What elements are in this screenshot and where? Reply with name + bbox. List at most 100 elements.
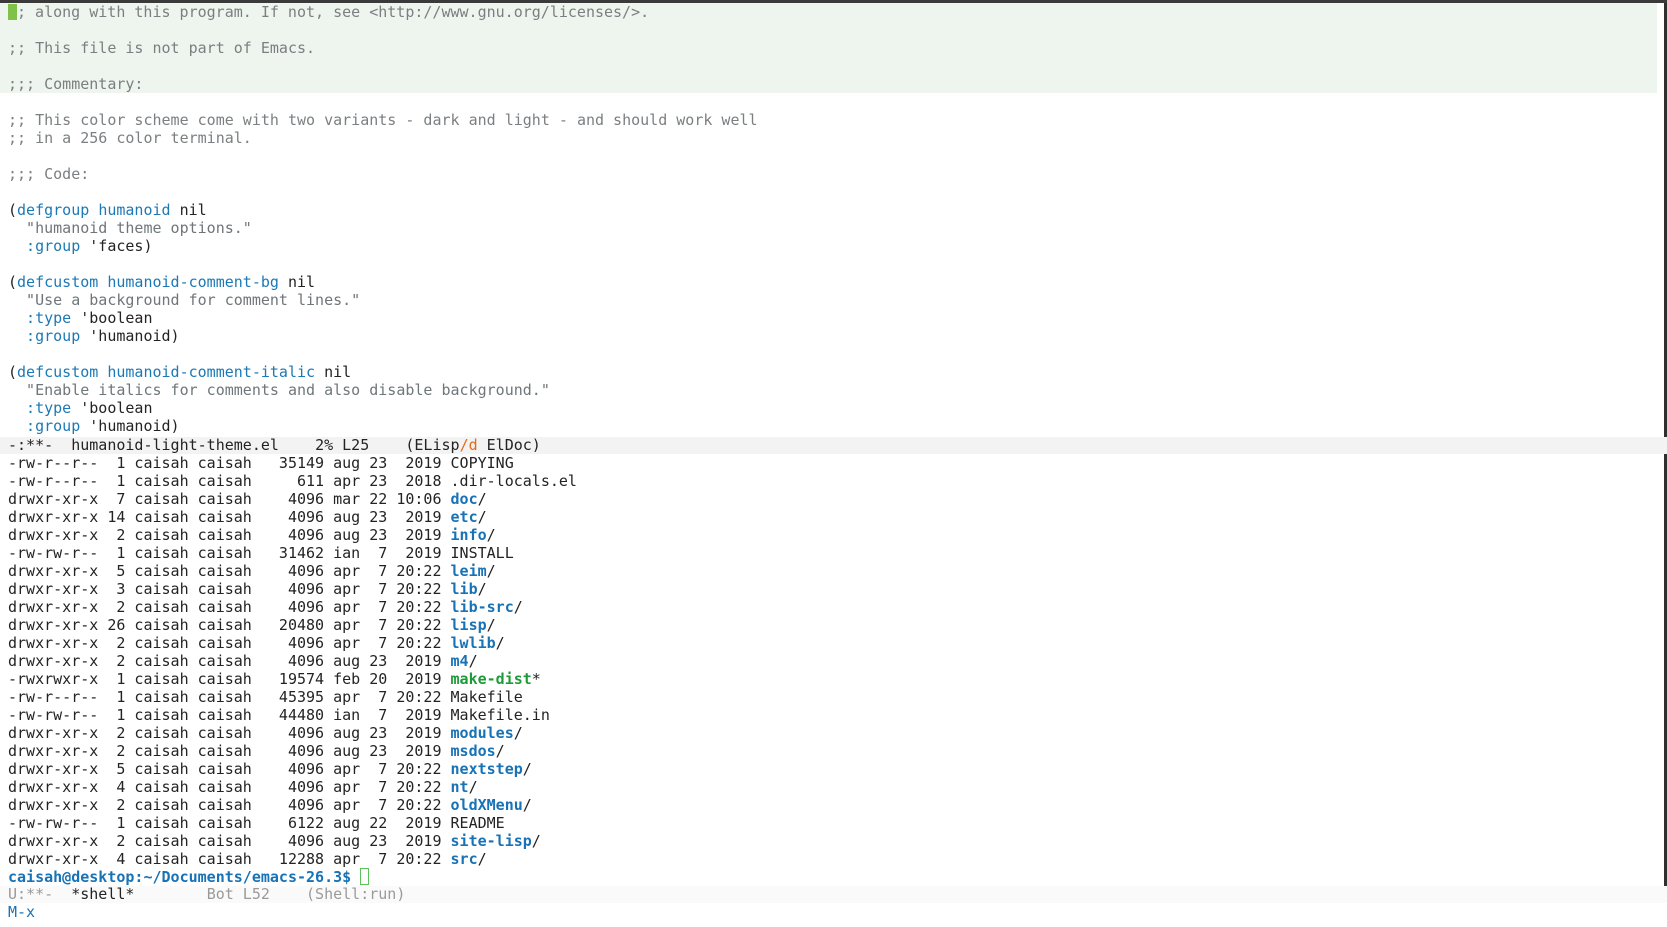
docstring: "humanoid theme options." <box>8 219 252 237</box>
code-line[interactable]: :type 'boolean <box>0 309 1667 327</box>
file-name[interactable]: site-lisp <box>451 832 532 850</box>
file-name[interactable]: Makefile.in <box>451 706 550 724</box>
file-name[interactable]: lwlib <box>451 634 496 652</box>
code-line[interactable]: (defgroup humanoid nil <box>0 201 1667 219</box>
modeline-buffer-name[interactable]: *shell* <box>71 885 134 903</box>
file-name[interactable]: INSTALL <box>451 544 514 562</box>
code-line[interactable]: (defcustom humanoid-comment-bg nil <box>0 273 1667 291</box>
file-name[interactable]: COPYING <box>451 454 514 472</box>
keyword-prop: :group <box>8 327 81 345</box>
file-name[interactable]: leim <box>451 562 487 580</box>
keyword-prop: :type <box>8 399 72 417</box>
def-keyword: defcustom <box>17 363 99 381</box>
prop-value: 'boolean <box>71 399 153 417</box>
editor-window[interactable]: ; along with this program. If not, see <… <box>0 3 1667 437</box>
listing-row[interactable]: drwxr-xr-x 2 caisah caisah 4096 apr 7 20… <box>0 598 1667 616</box>
file-suffix: / <box>513 598 523 616</box>
file-name[interactable]: make-dist <box>451 670 532 688</box>
keyword-prop: :group <box>8 417 81 435</box>
listing-row[interactable]: -rwxrwxr-x 1 caisah caisah 19574 feb 20 … <box>0 670 1667 688</box>
paren: ( <box>8 201 18 219</box>
listing-row[interactable]: drwxr-xr-x 2 caisah caisah 4096 apr 7 20… <box>0 634 1667 652</box>
listing-row[interactable]: -rw-rw-r-- 1 caisah caisah 6122 aug 22 2… <box>0 814 1667 832</box>
listing-row[interactable]: -rw-r--r-- 1 caisah caisah 35149 aug 23 … <box>0 454 1667 472</box>
code-line[interactable]: ;; in a 256 color terminal. <box>0 129 1667 147</box>
listing-row[interactable]: drwxr-xr-x 26 caisah caisah 20480 apr 7 … <box>0 616 1667 634</box>
modeline-state: U:**- <box>8 885 54 903</box>
listing-row[interactable]: drwxr-xr-x 2 caisah caisah 4096 aug 23 2… <box>0 832 1667 850</box>
code-line[interactable]: ; along with this program. If not, see <… <box>0 3 1657 21</box>
modeline-inactive[interactable]: U:**- *shell* Bot L52 (Shell:run) <box>0 886 1667 903</box>
code-line[interactable]: ;; This file is not part of Emacs. <box>0 39 1657 57</box>
shell-window[interactable]: -rw-r--r-- 1 caisah caisah 35149 aug 23 … <box>0 454 1667 886</box>
code-line[interactable]: :group 'humanoid) <box>0 417 1667 435</box>
file-suffix: / <box>468 778 478 796</box>
file-name[interactable]: oldXMenu <box>451 796 523 814</box>
listing-row[interactable]: -rw-r--r-- 1 caisah caisah 45395 apr 7 2… <box>0 688 1667 706</box>
file-name[interactable]: etc <box>451 508 478 526</box>
file-suffix: / <box>486 562 496 580</box>
paren: ( <box>8 273 18 291</box>
listing-row[interactable]: drwxr-xr-x 4 caisah caisah 12288 apr 7 2… <box>0 850 1667 868</box>
listing-row[interactable]: drwxr-xr-x 2 caisah caisah 4096 apr 7 20… <box>0 796 1667 814</box>
listing-row[interactable]: drwxr-xr-x 3 caisah caisah 4096 apr 7 20… <box>0 580 1667 598</box>
code-line[interactable]: ;; This color scheme come with two varia… <box>0 111 1667 129</box>
listing-row[interactable]: drwxr-xr-x 5 caisah caisah 4096 apr 7 20… <box>0 562 1667 580</box>
code-line[interactable] <box>0 183 1667 201</box>
code-line[interactable]: :group 'faces) <box>0 237 1667 255</box>
file-name[interactable]: nt <box>451 778 469 796</box>
file-name[interactable]: msdos <box>451 742 496 760</box>
shell-prompt-line[interactable]: caisah@desktop:~/Documents/emacs-26.3$ <box>0 868 1667 886</box>
file-name[interactable]: m4 <box>451 652 469 670</box>
listing-row[interactable]: drwxr-xr-x 2 caisah caisah 4096 aug 23 2… <box>0 742 1667 760</box>
listing-row[interactable]: drwxr-xr-x 14 caisah caisah 4096 aug 23 … <box>0 508 1667 526</box>
code-line[interactable]: "Use a background for comment lines." <box>0 291 1667 309</box>
file-name[interactable]: README <box>451 814 505 832</box>
code-line[interactable] <box>0 93 1667 111</box>
listing-row[interactable]: drwxr-xr-x 2 caisah caisah 4096 aug 23 2… <box>0 652 1667 670</box>
code-line[interactable]: "Enable italics for comments and also di… <box>0 381 1667 399</box>
listing-row[interactable]: drwxr-xr-x 2 caisah caisah 4096 aug 23 2… <box>0 526 1667 544</box>
modeline-mode[interactable]: (ELisp/d ElDoc) <box>405 436 540 454</box>
code-line[interactable] <box>0 255 1667 273</box>
file-name[interactable]: info <box>451 526 487 544</box>
def-rest: nil <box>170 201 207 219</box>
text-cursor <box>8 4 17 20</box>
minibuffer[interactable]: M-x <box>0 903 35 921</box>
code-line[interactable] <box>0 345 1667 363</box>
listing-row[interactable]: -rw-r--r-- 1 caisah caisah 611 apr 23 20… <box>0 472 1667 490</box>
code-line[interactable]: :group 'humanoid) <box>0 327 1667 345</box>
listing-row[interactable]: -rw-rw-r-- 1 caisah caisah 31462 ian 7 2… <box>0 544 1667 562</box>
code-line[interactable] <box>0 21 1657 39</box>
file-name[interactable]: src <box>451 850 478 868</box>
file-name[interactable]: lisp <box>451 616 487 634</box>
file-name[interactable]: nextstep <box>451 760 523 778</box>
file-name[interactable]: lib <box>451 580 478 598</box>
code-line[interactable] <box>0 57 1657 75</box>
listing-row[interactable]: drwxr-xr-x 5 caisah caisah 4096 apr 7 20… <box>0 760 1667 778</box>
listing-row[interactable]: drwxr-xr-x 7 caisah caisah 4096 mar 22 1… <box>0 490 1667 508</box>
modeline-buffer-name[interactable]: humanoid-light-theme.el <box>71 436 279 454</box>
listing-row[interactable]: drwxr-xr-x 4 caisah caisah 4096 apr 7 20… <box>0 778 1667 796</box>
comment-text: ;; This file is not part of Emacs. <box>8 39 316 57</box>
file-suffix: / <box>477 850 487 868</box>
file-name[interactable]: .dir-locals.el <box>451 472 577 490</box>
file-suffix: / <box>495 742 505 760</box>
modeline-mode[interactable]: (Shell:run) <box>306 885 405 903</box>
code-line[interactable]: :type 'boolean <box>0 399 1667 417</box>
file-name[interactable]: lib-src <box>451 598 514 616</box>
file-suffix: * <box>531 670 541 688</box>
code-line[interactable]: ;;; Code: <box>0 165 1667 183</box>
listing-row[interactable]: -rw-rw-r-- 1 caisah caisah 44480 ian 7 2… <box>0 706 1667 724</box>
code-line[interactable]: (defcustom humanoid-comment-italic nil <box>0 363 1667 381</box>
file-name[interactable]: modules <box>451 724 514 742</box>
listing-row[interactable]: drwxr-xr-x 2 caisah caisah 4096 aug 23 2… <box>0 724 1667 742</box>
code-line[interactable] <box>0 147 1667 165</box>
modeline-active[interactable]: -:**- humanoid-light-theme.el 2% L25 (EL… <box>0 437 1667 454</box>
file-name[interactable]: Makefile <box>451 688 523 706</box>
code-line[interactable]: ;;; Commentary: <box>0 75 1657 93</box>
file-suffix: / <box>477 508 487 526</box>
file-name[interactable]: doc <box>451 490 478 508</box>
code-line[interactable]: "humanoid theme options." <box>0 219 1667 237</box>
file-suffix: / <box>486 616 496 634</box>
